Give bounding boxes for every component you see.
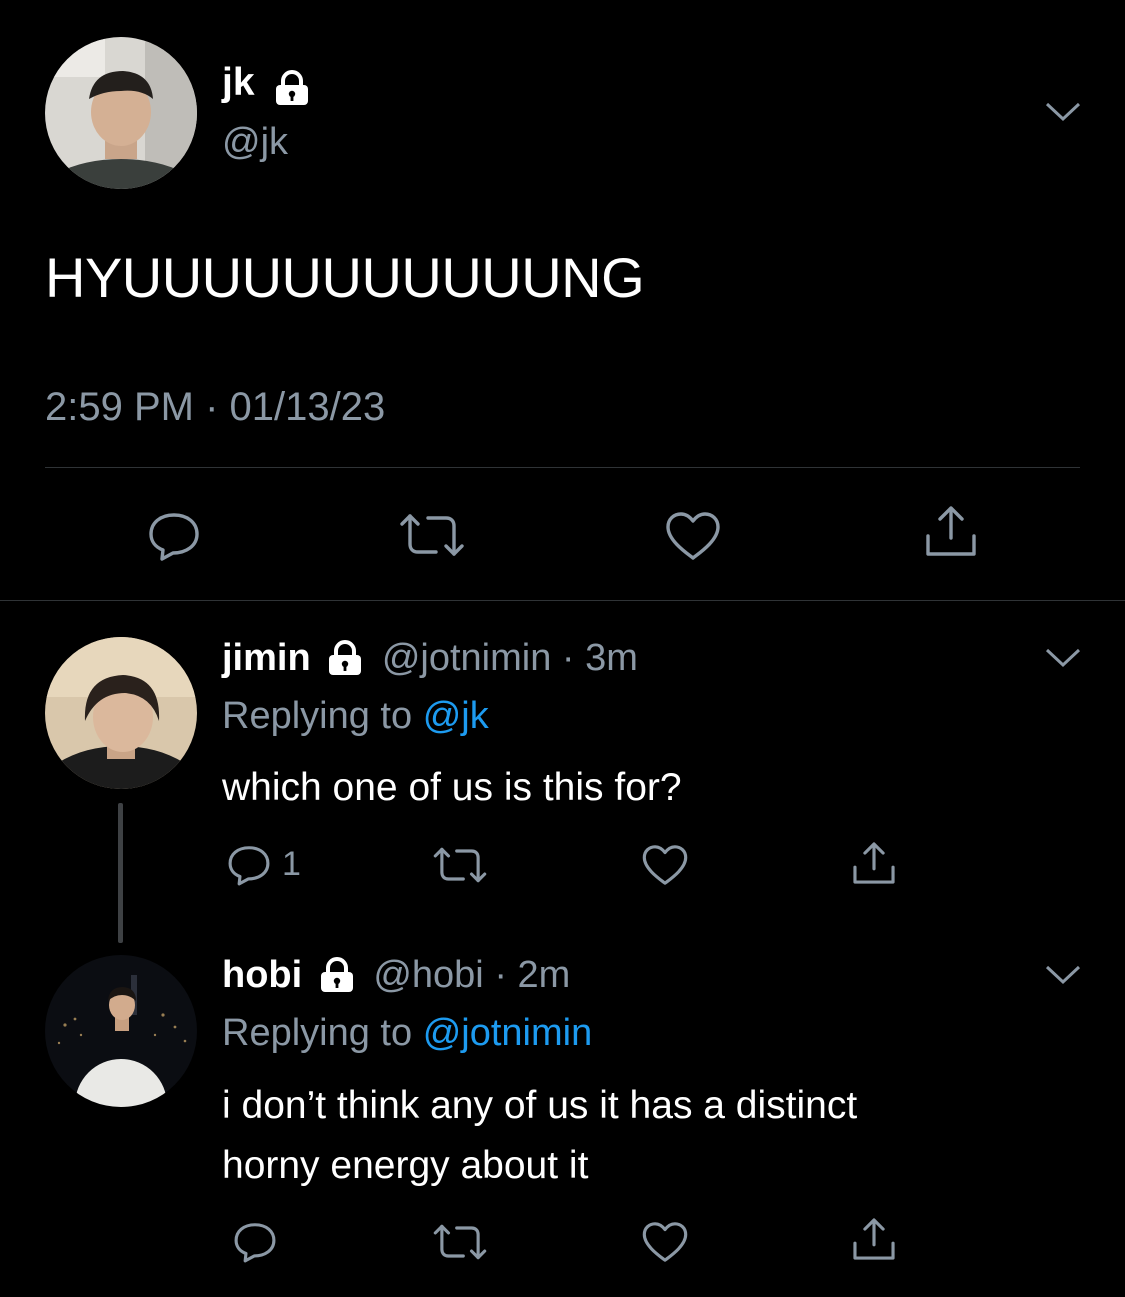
lock-icon [325,637,365,683]
retweet-icon[interactable] [432,1222,488,1262]
tweet-timestamp: 2:59 PM · 01/13/23 [45,383,385,431]
share-icon[interactable] [850,1216,898,1262]
avatar-jimin[interactable] [45,637,197,789]
separator-dot: · [494,954,507,996]
reply-display-name[interactable]: jimin [222,637,311,679]
separator-dot: · [561,637,575,679]
reply-text: which one of us is this for? [222,766,682,809]
reply-age: 2m [517,954,571,996]
reply-text-line-1: i don’t think any of us it has a distinc… [222,1084,858,1127]
chevron-down-icon[interactable] [1043,646,1083,670]
chevron-down-icon[interactable] [1043,100,1083,124]
avatar-jk[interactable] [45,37,197,189]
like-icon[interactable] [641,843,689,887]
like-icon[interactable] [664,510,722,562]
reply-header: hobi @hobi · 2m [222,952,570,1000]
replying-to-label: Replying to [222,1012,413,1054]
lock-icon [272,70,312,111]
tweet-time: 2:59 PM [45,385,194,429]
share-icon[interactable] [922,504,980,558]
section-divider [0,600,1125,601]
replying-to: Replying to @jk [222,693,489,739]
thread-line [118,803,123,943]
reply-handle[interactable]: @jotnimin [382,637,552,679]
avatar-hobi[interactable] [45,955,197,1107]
retweet-icon[interactable] [398,512,466,558]
handle[interactable]: @jk [222,119,288,165]
tweet-date: 01/13/23 [229,385,386,429]
reply-count: 1 [282,845,301,883]
reply-icon[interactable] [232,1220,278,1264]
divider [45,467,1080,468]
retweet-icon[interactable] [432,845,488,885]
lock-icon [317,954,357,1000]
separator-dot: · [205,385,219,429]
reply-header: jimin @jotnimin · 3m [222,635,638,683]
reply-icon[interactable] [226,843,272,887]
replying-to-handle[interactable]: @jotnimin [423,1012,593,1054]
share-icon[interactable] [850,840,898,886]
reply-handle[interactable]: @hobi [373,954,483,996]
reply-icon[interactable] [146,510,202,562]
replying-to-handle[interactable]: @jk [423,695,489,737]
reply-text-line-2: horny energy about it [222,1144,589,1187]
replying-to-label: Replying to [222,695,413,737]
reply-age: 3m [585,637,638,679]
reply-display-name[interactable]: hobi [222,954,302,996]
replying-to: Replying to @jotnimin [222,1010,592,1056]
tweet-text: HYUUUUUUUUUUUNG [45,246,645,309]
chevron-down-icon[interactable] [1043,963,1083,987]
like-icon[interactable] [641,1220,689,1264]
display-name[interactable]: jk [222,60,255,106]
